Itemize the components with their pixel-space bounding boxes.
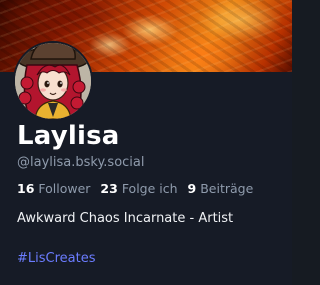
avatar[interactable] <box>13 41 93 121</box>
hashtag-link[interactable]: #LisCreates <box>17 251 96 267</box>
posts-label: Beiträge <box>200 181 254 196</box>
profile-bio: Awkward Chaos Incarnate - Artist <box>17 211 234 226</box>
avatar-illustration <box>15 43 91 119</box>
profile-card: Laylisa @laylisa.bsky.social 16 Follower… <box>0 0 292 285</box>
posts-stat: 9 Beiträge <box>188 181 254 196</box>
profile-handle: @laylisa.bsky.social <box>17 155 145 170</box>
profile-stats: 16 Follower 23 Folge ich 9 Beiträge <box>17 181 259 197</box>
followers-label: Follower <box>38 181 91 196</box>
followers-count: 16 <box>17 181 35 196</box>
following-label: Folge ich <box>121 181 178 196</box>
posts-count: 9 <box>187 181 197 196</box>
followers-stat[interactable]: 16 Follower <box>17 181 90 196</box>
following-stat[interactable]: 23 Folge ich <box>100 181 177 196</box>
display-name: Laylisa <box>17 121 120 151</box>
following-count: 23 <box>100 181 118 196</box>
